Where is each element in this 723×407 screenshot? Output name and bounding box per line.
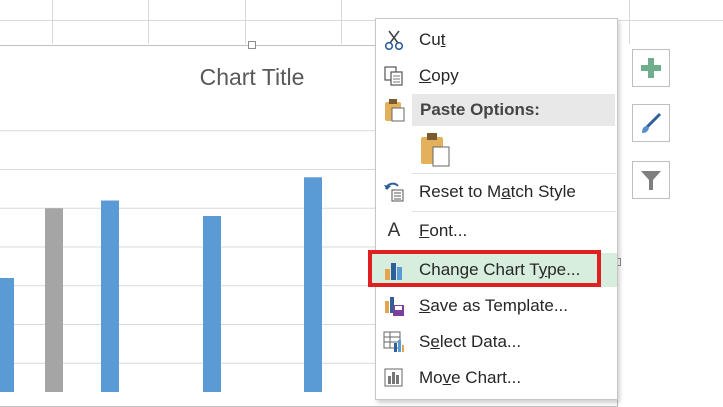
menu-label: Select Data...	[419, 332, 522, 351]
clipboard-icon	[382, 98, 406, 122]
plus-icon	[641, 58, 661, 78]
bars	[0, 177, 322, 392]
filter-icon	[641, 171, 661, 190]
menu-label: Save as Template...	[419, 296, 568, 315]
menu-item-save-as-template[interactable]: Save as Template...	[376, 289, 617, 323]
copy-icon	[382, 64, 406, 88]
save-template-icon	[382, 294, 406, 318]
reset-style-icon	[382, 180, 406, 204]
paste-options-label: Paste Options:	[420, 100, 540, 119]
menu-label: Change Chart Type...	[419, 260, 581, 279]
context-menu: Cut Copy Paste Options: Reset to Match S…	[370, 18, 618, 400]
menu-item-font[interactable]: A Font...	[376, 214, 617, 248]
menu-label: Font...	[419, 221, 468, 240]
scissors-icon	[382, 28, 406, 52]
menu-separator	[412, 173, 616, 174]
paste-option-button[interactable]	[419, 131, 455, 167]
chart-type-icon	[382, 258, 406, 282]
chart-bar[interactable]	[0, 278, 14, 392]
menu-separator	[412, 211, 616, 212]
menu-item-select-data[interactable]: Select Data...	[376, 325, 617, 359]
menu-item-cut[interactable]: Cut	[376, 23, 617, 57]
move-chart-icon	[382, 366, 406, 390]
chart-title[interactable]: Chart Title	[140, 64, 364, 91]
menu-item-reset-to-match-style[interactable]: Reset to Match Style	[376, 175, 617, 209]
paintbrush-icon	[642, 112, 662, 133]
menu-item-change-chart-type[interactable]: Change Chart Type...	[370, 253, 617, 287]
paste-clipboard-icon	[421, 133, 450, 167]
select-data-icon	[382, 330, 406, 354]
menu-label: Copy	[419, 66, 459, 85]
menu-item-copy[interactable]: Copy	[376, 59, 617, 93]
menu-label: Move Chart...	[419, 368, 522, 387]
chart-filters-button[interactable]	[632, 161, 670, 199]
chart-bar[interactable]	[101, 200, 119, 393]
menu-item-move-chart[interactable]: Move Chart...	[376, 361, 617, 395]
chart-bar[interactable]	[45, 208, 63, 392]
chart-bar[interactable]	[203, 216, 221, 392]
menu-label: Reset to Match Style	[419, 182, 576, 201]
paste-options-header: Paste Options:	[412, 94, 615, 126]
menu-label: Cut	[419, 30, 446, 49]
chart-bar[interactable]	[304, 177, 322, 392]
chart-elements-button[interactable]	[632, 49, 670, 87]
font-icon: A	[387, 220, 401, 241]
chart-styles-button[interactable]	[632, 104, 670, 142]
